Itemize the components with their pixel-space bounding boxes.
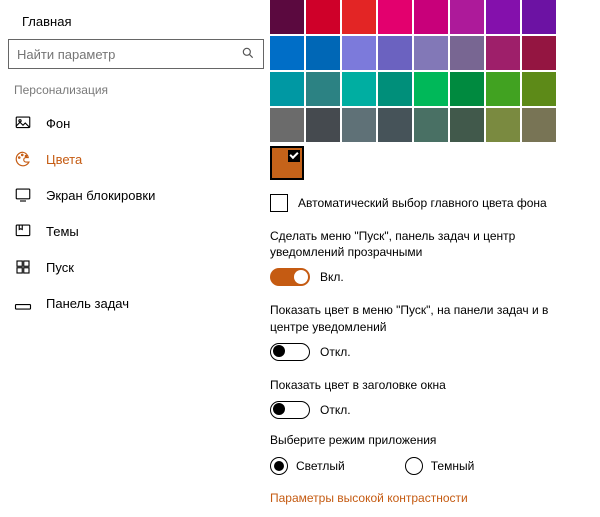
color-swatch[interactable] (270, 108, 304, 142)
sidebar-item-3[interactable]: Темы (8, 213, 270, 249)
app-mode-radio-1[interactable]: Темный (405, 457, 475, 475)
nav-label: Пуск (46, 260, 74, 275)
sidebar-item-4[interactable]: Пуск (8, 249, 270, 285)
show-color-state: Откл. (320, 345, 351, 359)
title-color-state: Откл. (320, 403, 351, 417)
sidebar: Главная Персонализация Фон Цвета Экран бло… (0, 0, 270, 517)
auto-color-checkbox[interactable] (270, 194, 288, 212)
nav-icon (14, 114, 32, 132)
color-swatch[interactable] (486, 0, 520, 34)
color-swatch[interactable] (450, 36, 484, 70)
sidebar-item-2[interactable]: Экран блокировки (8, 177, 270, 213)
color-swatch[interactable] (306, 36, 340, 70)
app-mode-label: Выберите режим приложения (270, 433, 590, 447)
title-color-toggle[interactable] (270, 401, 310, 419)
title-color-label: Показать цвет в заголовке окна (270, 377, 590, 393)
color-swatch[interactable] (342, 0, 376, 34)
radio-label: Светлый (296, 459, 345, 473)
color-swatch[interactable] (450, 108, 484, 142)
nav-icon (14, 294, 32, 312)
sidebar-item-0[interactable]: Фон (8, 105, 270, 141)
nav-icon (14, 258, 32, 276)
nav-icon (14, 186, 32, 204)
sidebar-item-1[interactable]: Цвета (8, 141, 270, 177)
color-swatch[interactable] (414, 0, 448, 34)
color-swatch[interactable] (306, 0, 340, 34)
color-swatch[interactable] (414, 36, 448, 70)
color-swatch[interactable] (378, 0, 412, 34)
color-swatch-selected[interactable] (270, 146, 304, 180)
search-input[interactable] (8, 39, 264, 69)
color-swatch[interactable] (414, 72, 448, 106)
search-field[interactable] (17, 47, 241, 62)
nav-icon (14, 150, 32, 168)
color-swatch[interactable] (450, 0, 484, 34)
color-swatch[interactable] (522, 36, 556, 70)
home-label: Главная (22, 14, 71, 29)
nav-label: Фон (46, 116, 70, 131)
color-swatch[interactable] (414, 108, 448, 142)
color-swatch[interactable] (342, 36, 376, 70)
selected-color-row (270, 146, 590, 180)
nav-icon (14, 222, 32, 240)
content-pane: Автоматический выбор главного цвета фона… (270, 0, 600, 517)
color-swatch[interactable] (378, 72, 412, 106)
sidebar-item-5[interactable]: Панель задач (8, 285, 270, 321)
color-swatch[interactable] (270, 36, 304, 70)
radio-label: Темный (431, 459, 475, 473)
transparency-label: Сделать меню "Пуск", панель задач и цент… (270, 228, 590, 260)
nav-list: Фон Цвета Экран блокировки Темы Пуск Панель з… (8, 105, 270, 321)
color-swatch[interactable] (378, 36, 412, 70)
color-swatch[interactable] (522, 108, 556, 142)
color-swatch[interactable] (270, 0, 304, 34)
show-color-label: Показать цвет в меню "Пуск", на панели з… (270, 302, 590, 334)
color-swatch[interactable] (342, 72, 376, 106)
color-swatch[interactable] (306, 72, 340, 106)
color-swatch[interactable] (486, 108, 520, 142)
color-swatch[interactable] (270, 72, 304, 106)
auto-color-label: Автоматический выбор главного цвета фона (298, 196, 547, 210)
color-swatch[interactable] (378, 108, 412, 142)
color-swatch[interactable] (486, 72, 520, 106)
show-color-toggle[interactable] (270, 343, 310, 361)
app-mode-radio-0[interactable]: Светлый (270, 457, 345, 475)
auto-color-checkbox-row: Автоматический выбор главного цвета фона (270, 194, 590, 212)
home-button[interactable]: Главная (8, 8, 270, 39)
color-swatch[interactable] (306, 108, 340, 142)
color-swatch[interactable] (486, 36, 520, 70)
color-swatch[interactable] (522, 0, 556, 34)
app-mode-radios: Светлый Темный (270, 457, 590, 475)
nav-label: Экран блокировки (46, 188, 155, 203)
transparency-toggle[interactable] (270, 268, 310, 286)
radio-icon (405, 457, 423, 475)
color-swatch[interactable] (522, 72, 556, 106)
nav-label: Цвета (46, 152, 82, 167)
radio-icon (270, 457, 288, 475)
section-header: Персонализация (14, 83, 270, 97)
color-grid (270, 0, 590, 142)
color-swatch[interactable] (342, 108, 376, 142)
search-icon (241, 46, 255, 63)
nav-label: Панель задач (46, 296, 129, 311)
color-swatch[interactable] (450, 72, 484, 106)
high-contrast-link[interactable]: Параметры высокой контрастности (270, 491, 590, 505)
transparency-state: Вкл. (320, 270, 344, 284)
nav-label: Темы (46, 224, 79, 239)
